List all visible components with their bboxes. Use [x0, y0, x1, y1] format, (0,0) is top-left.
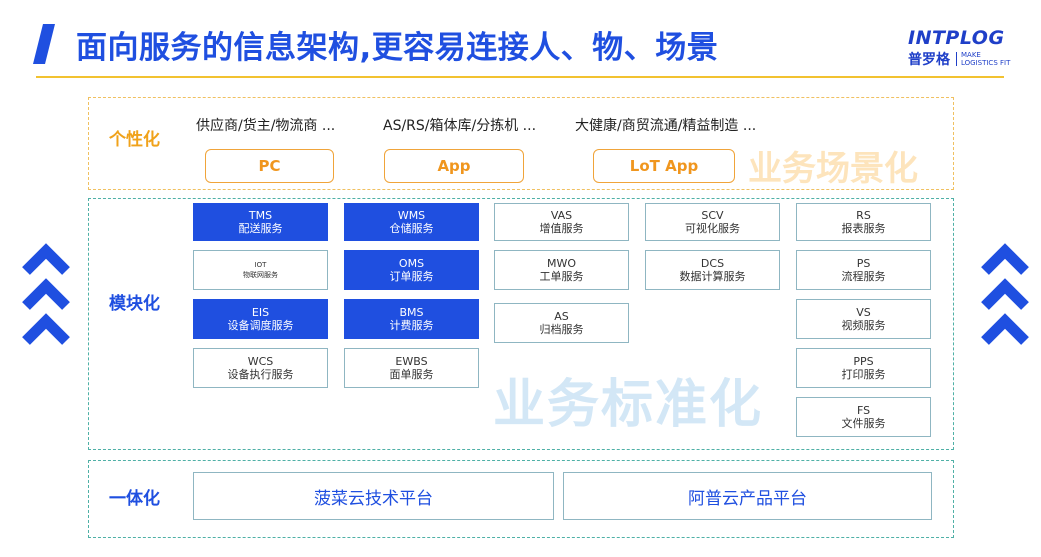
service-code: EWBS: [395, 354, 428, 368]
title-accent-bar: [33, 24, 55, 64]
actor-group-equipment: AS/RS/箱体库/分拣机 ...: [383, 118, 537, 134]
service-wcs: WCS 设备执行服务: [193, 348, 328, 388]
service-name: 报表服务: [841, 221, 886, 235]
service-name: 订单服务: [389, 269, 434, 283]
service-name: 打印服务: [841, 367, 886, 381]
channel-iot-app: LoT App: [593, 149, 735, 183]
service-code: RS: [856, 208, 871, 222]
service-name: 物联网服务: [243, 271, 278, 279]
service-code: MWO: [546, 256, 577, 270]
service-code: OMS: [398, 256, 425, 270]
service-name: 视频服务: [841, 318, 886, 332]
service-tms: TMS 配送服务: [193, 203, 328, 241]
triple-chevron-up-icon: [21, 239, 71, 355]
service-bms: BMS 计费服务: [344, 299, 479, 339]
service-name: 工单服务: [539, 269, 584, 283]
service-name: 归档服务: [539, 322, 584, 336]
service-name: 可视化服务: [685, 221, 740, 235]
service-code: PPS: [853, 354, 874, 368]
actor-group-industries: 大健康/商贸流通/精益制造 ...: [575, 118, 757, 134]
service-iot: IOT 物联网服务: [193, 250, 328, 290]
service-eis: EIS 设备调度服务: [193, 299, 328, 339]
service-name: 增值服务: [539, 221, 584, 235]
channel-app: App: [384, 149, 524, 183]
title-underline: [36, 76, 1004, 78]
logo-name: INTPLOG: [908, 27, 1005, 49]
service-code: WMS: [397, 208, 426, 222]
triple-chevron-up-icon: [980, 239, 1030, 355]
service-mwo: MWO 工单服务: [494, 250, 629, 290]
service-oms: OMS 订单服务: [344, 250, 479, 290]
service-name: 配送服务: [238, 221, 283, 235]
service-ewbs: EWBS 面单服务: [344, 348, 479, 388]
service-name: 文件服务: [841, 416, 886, 430]
service-code: TMS: [248, 208, 273, 222]
service-code: AS: [554, 309, 569, 323]
service-fs: FS 文件服务: [796, 397, 931, 437]
service-as: AS 归档服务: [494, 303, 629, 343]
service-code: VAS: [550, 208, 573, 222]
service-rs: RS 报表服务: [796, 203, 931, 241]
channel-pc: PC: [205, 149, 334, 183]
service-code: FS: [856, 403, 871, 417]
service-code: EIS: [251, 305, 270, 319]
service-code: WCS: [247, 354, 274, 368]
service-name: 流程服务: [841, 269, 886, 283]
service-code: DCS: [700, 256, 725, 270]
platform-cainiao-cloud: 菠菜云技术平台: [193, 472, 554, 520]
layer-label-integration: 一体化: [109, 489, 160, 509]
layer-label-personalization: 个性化: [109, 130, 160, 150]
service-code: IOT: [254, 261, 267, 269]
service-name: 计费服务: [389, 318, 434, 332]
platform-apu-cloud: 阿普云产品平台: [563, 472, 932, 520]
page-title: 面向服务的信息架构,更容易连接人、物、场景: [76, 30, 719, 66]
service-scv: SCV 可视化服务: [645, 203, 780, 241]
logo-slogan: MAKE LOGISTICS FIT: [961, 51, 1011, 67]
service-code: PS: [856, 256, 871, 270]
service-vas: VAS 增值服务: [494, 203, 629, 241]
logo-separator: [956, 52, 957, 66]
layer-label-modularization: 模块化: [109, 294, 160, 314]
service-name: 设备调度服务: [227, 318, 294, 332]
actor-group-partners: 供应商/货主/物流商 ...: [196, 118, 336, 134]
service-ps: PS 流程服务: [796, 250, 931, 290]
service-code: SCV: [701, 208, 724, 222]
service-code: BMS: [399, 305, 424, 319]
service-dcs: DCS 数据计算服务: [645, 250, 780, 290]
company-logo: INTPLOG 普罗格 MAKE LOGISTICS FIT: [908, 27, 1018, 71]
service-name: 设备执行服务: [227, 367, 294, 381]
logo-name-cn: 普罗格: [908, 52, 950, 68]
service-wms: WMS 仓储服务: [344, 203, 479, 241]
service-vs: VS 视频服务: [796, 299, 931, 339]
service-name: 仓储服务: [389, 221, 434, 235]
service-name: 数据计算服务: [679, 269, 746, 283]
service-code: VS: [856, 305, 871, 319]
service-name: 面单服务: [389, 367, 434, 381]
service-pps: PPS 打印服务: [796, 348, 931, 388]
